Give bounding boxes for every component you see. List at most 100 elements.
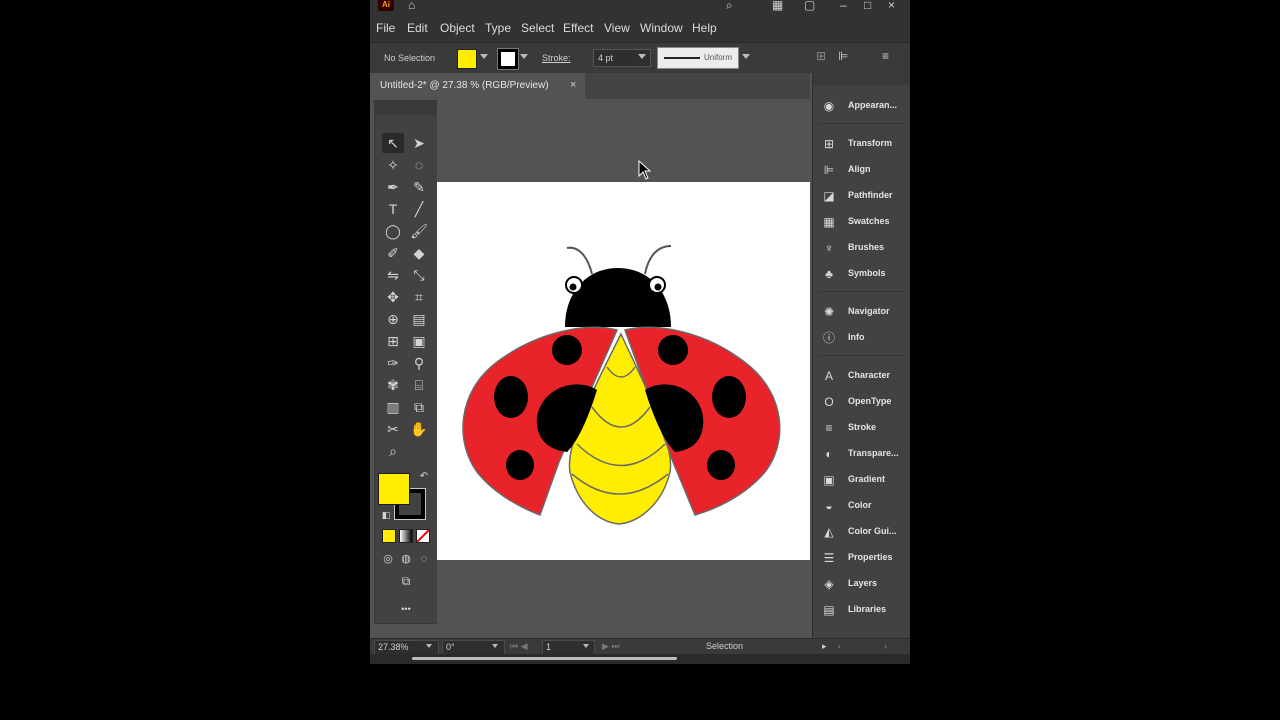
none-mode-icon[interactable] xyxy=(416,529,430,543)
minimize-icon[interactable]: – xyxy=(840,0,847,12)
panel-stroke[interactable]: ≡ Stroke xyxy=(819,418,909,438)
profile-dropdown-icon[interactable] xyxy=(742,54,750,59)
panel-appearance[interactable]: ◉ Appearan... xyxy=(819,96,909,116)
paintbrush-tool-icon[interactable]: 🖌 xyxy=(408,221,430,241)
screen-mode-icon[interactable]: ⧉ xyxy=(395,571,417,591)
panel-symbols[interactable]: ♣ Symbols xyxy=(819,264,909,284)
stroke-label[interactable]: Stroke: xyxy=(542,53,571,63)
selection-tool-icon[interactable]: ➤ xyxy=(408,133,430,153)
menu-effect[interactable]: Effect xyxy=(563,21,593,35)
curvature-tool-icon[interactable]: ✎ xyxy=(408,177,430,197)
menu-edit[interactable]: Edit xyxy=(407,21,428,35)
direct-selection-tool-icon[interactable]: ↖ xyxy=(382,133,404,153)
horizontal-scrollbar[interactable] xyxy=(412,657,677,660)
symbol-sprayer-tool-icon[interactable]: ✾ xyxy=(382,375,404,395)
menu-help[interactable]: Help xyxy=(692,21,717,35)
panel-transform[interactable]: ⊞ Transform xyxy=(819,134,909,154)
eyedropper-tool-icon[interactable]: ✑ xyxy=(382,353,404,373)
panel-properties[interactable]: ☰ Properties xyxy=(819,548,909,568)
shaper-tool-icon[interactable]: ✐ xyxy=(382,243,404,263)
fill-color-box[interactable] xyxy=(378,473,410,505)
stroke-weight-dropdown-icon[interactable] xyxy=(638,54,646,59)
panel-dock-header[interactable] xyxy=(813,73,910,85)
menu-view[interactable]: View xyxy=(604,21,630,35)
align-options-icon[interactable]: ⊫ xyxy=(838,49,848,63)
edit-toolbar-icon[interactable]: ••• xyxy=(395,599,417,619)
eraser-tool-icon[interactable]: ◆ xyxy=(408,243,430,263)
tools-panel-header[interactable] xyxy=(375,101,437,115)
rotation-dropdown-icon[interactable] xyxy=(492,644,498,648)
artboard[interactable] xyxy=(437,182,810,560)
color-mode-icon[interactable] xyxy=(382,529,396,543)
panel-transparency[interactable]: ◐ Transpare... xyxy=(819,444,909,464)
close-window-icon[interactable]: × xyxy=(888,0,895,12)
zoom-dropdown-icon[interactable] xyxy=(426,644,432,648)
panel-layers[interactable]: ◈ Layers xyxy=(819,574,909,594)
panel-swatches[interactable]: ▦ Swatches xyxy=(819,212,909,232)
search-icon[interactable]: ⌕ xyxy=(726,0,733,13)
zoom-tool-icon[interactable]: ⌕ xyxy=(382,441,404,461)
panel-color[interactable]: ◒ Color xyxy=(819,496,909,516)
live-paint-tool-icon[interactable]: ⚲ xyxy=(408,353,430,373)
slice-tool-icon[interactable]: ⌸ xyxy=(408,375,430,395)
panel-navigator[interactable]: ✺ Navigator xyxy=(819,302,909,322)
reflect-tool-icon[interactable]: ⇋ xyxy=(382,265,404,285)
lasso-tool-icon[interactable]: ◌ xyxy=(408,155,430,175)
last-artboard-icon[interactable]: ▶ ⏭ xyxy=(602,640,620,653)
magic-wand-tool-icon[interactable]: ✧ xyxy=(382,155,404,175)
default-colors-icon[interactable]: ◧ xyxy=(375,505,397,525)
scale-tool-icon[interactable]: ⤡ xyxy=(408,265,430,285)
mesh-tool-icon[interactable]: ⊞ xyxy=(382,331,404,351)
gradient-mode-icon[interactable] xyxy=(399,529,413,543)
ladybug-artwork[interactable] xyxy=(437,182,810,560)
free-transform-tool-icon[interactable]: ⌗ xyxy=(408,287,430,307)
menu-select[interactable]: Select xyxy=(521,21,554,35)
panel-info[interactable]: ⓘ Info xyxy=(819,328,909,348)
home-icon[interactable]: ⌂ xyxy=(408,0,415,12)
panel-opentype[interactable]: O OpenType xyxy=(819,392,909,412)
variable-width-profile[interactable]: Uniform xyxy=(657,47,739,69)
transform-icon[interactable]: ⊞ xyxy=(816,49,826,63)
menu-file[interactable]: File xyxy=(376,21,395,35)
status-menu-icon[interactable]: ▸ xyxy=(822,640,827,653)
stroke-swatch[interactable] xyxy=(498,49,518,69)
panel-brushes[interactable]: ♆ Brushes xyxy=(819,238,909,258)
first-artboard-icon[interactable]: ⏮ ◀ xyxy=(510,640,528,653)
document-tab[interactable]: Untitled-2* @ 27.38 % (RGB/Preview) × xyxy=(370,73,585,99)
swap-colors-icon[interactable]: ↶ xyxy=(413,467,435,487)
window-icon[interactable]: ▢ xyxy=(804,0,815,12)
menu-object[interactable]: Object xyxy=(440,21,475,35)
panel-character[interactable]: A Character xyxy=(819,366,909,386)
scroll-right-icon[interactable]: › xyxy=(884,640,887,653)
hand-tool-icon[interactable]: ✋ xyxy=(408,419,430,439)
panel-align[interactable]: ⊫ Align xyxy=(819,160,909,180)
shape-builder-tool-icon[interactable]: ⊕ xyxy=(382,309,404,329)
stroke-dropdown-icon[interactable] xyxy=(520,54,528,59)
artboard-dropdown-icon[interactable] xyxy=(583,644,589,648)
scroll-left-icon[interactable]: ‹ xyxy=(838,640,841,653)
close-tab-icon[interactable]: × xyxy=(570,79,576,91)
menu-type[interactable]: Type xyxy=(485,21,511,35)
draw-inside-icon[interactable]: ◌ xyxy=(413,549,435,569)
perspective-grid-tool-icon[interactable]: ▤ xyxy=(408,309,430,329)
type-tool-icon[interactable]: T xyxy=(382,199,404,219)
scissors-tool-icon[interactable]: ✂ xyxy=(382,419,404,439)
artboard-tool-icon[interactable]: ⧉ xyxy=(408,397,430,417)
pen-tool-icon[interactable]: ✒ xyxy=(382,177,404,197)
menu-window[interactable]: Window xyxy=(640,21,683,35)
panel-pathfinder[interactable]: ◪ Pathfinder xyxy=(819,186,909,206)
panel-libraries[interactable]: ▤ Libraries xyxy=(819,600,909,620)
puppet-warp-tool-icon[interactable]: ✥ xyxy=(382,287,404,307)
panel-color-guide[interactable]: ◭ Color Gui... xyxy=(819,522,909,542)
graph-tool-icon[interactable]: ▥ xyxy=(382,397,404,417)
fill-swatch[interactable] xyxy=(457,49,477,69)
panel-gradient[interactable]: ▣ Gradient xyxy=(819,470,909,490)
fill-dropdown-icon[interactable] xyxy=(480,54,488,59)
canvas-area[interactable] xyxy=(437,100,812,638)
line-segment-tool-icon[interactable]: ╱ xyxy=(408,199,430,219)
maximize-icon[interactable]: □ xyxy=(864,0,871,12)
panel-menu-icon[interactable]: ≡ xyxy=(882,49,889,63)
gradient-tool-icon[interactable]: ▣ xyxy=(408,331,430,351)
ellipse-tool-icon[interactable]: ◯ xyxy=(382,221,404,241)
workspace-icon[interactable]: ▦ xyxy=(772,0,783,12)
